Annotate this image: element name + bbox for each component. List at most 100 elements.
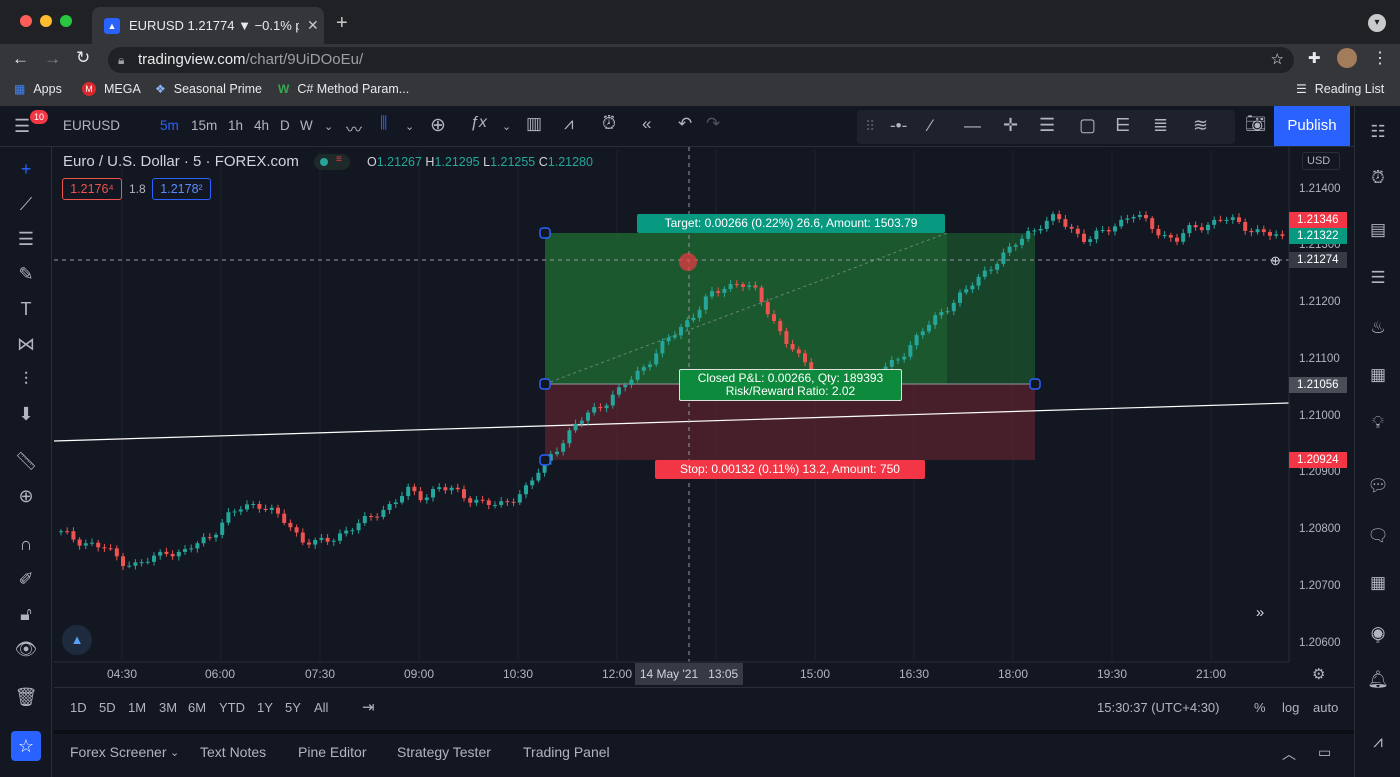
candle-body <box>1280 234 1285 236</box>
candle-body <box>338 533 342 541</box>
candle-body <box>1162 235 1167 237</box>
candle-body <box>666 337 671 342</box>
scroll-to-realtime-icon[interactable]: » <box>1249 604 1271 626</box>
log-scale-toggle[interactable]: log <box>1282 700 1299 715</box>
candle-body <box>164 551 169 554</box>
candle-body <box>759 287 764 303</box>
candle-body <box>139 562 144 564</box>
candle-body <box>369 515 373 517</box>
target-price-label: 1.21322 <box>1289 228 1347 244</box>
candle-body <box>207 537 212 539</box>
range-all[interactable]: All <box>314 700 328 715</box>
candle-body <box>325 537 330 542</box>
buy-button[interactable]: 1.2178² <box>152 178 211 200</box>
range-1m[interactable]: 1M <box>128 700 146 715</box>
candle-body <box>183 549 187 552</box>
candle-body <box>480 499 485 501</box>
time-tick: 16:30 <box>899 667 930 681</box>
candle-body <box>995 263 1000 270</box>
candle-body <box>499 501 504 505</box>
candle-body <box>964 289 969 293</box>
candle-body <box>195 543 200 549</box>
candle-body <box>679 327 683 336</box>
ohlc-values: O1.21267 H1.21295 L1.21255 C1.21280 <box>367 155 593 169</box>
tab-trading-panel[interactable]: Trading Panel <box>523 744 610 760</box>
candle-body <box>1224 219 1229 221</box>
candle-body <box>214 534 218 538</box>
range-ytd[interactable]: YTD <box>219 700 245 715</box>
candle-body <box>424 497 429 501</box>
range-1y[interactable]: 1Y <box>257 700 273 715</box>
candle-body <box>753 285 758 288</box>
candle-body <box>790 343 795 350</box>
candle-body <box>1274 234 1279 236</box>
candle-body <box>77 539 82 546</box>
range-3m[interactable]: 3M <box>159 700 177 715</box>
range-5y[interactable]: 5Y <box>285 700 301 715</box>
stop-price-label: 1.20924 <box>1289 452 1347 468</box>
candle-body <box>641 367 646 371</box>
candle-body <box>294 527 299 533</box>
candle-body <box>1044 220 1049 229</box>
candle-body <box>1063 219 1068 227</box>
candle-body <box>1212 219 1217 225</box>
candle-body <box>1075 228 1080 234</box>
range-6m[interactable]: 6M <box>188 700 206 715</box>
percent-scale-toggle[interactable]: % <box>1254 700 1266 715</box>
stop-handle[interactable] <box>539 454 551 466</box>
candle-body <box>1001 252 1006 264</box>
candle-body <box>362 515 367 524</box>
target-handle[interactable] <box>539 227 551 239</box>
range-5d[interactable]: 5D <box>99 700 116 715</box>
spread-value: 1.8 <box>129 182 146 196</box>
candle-body <box>1088 239 1093 242</box>
candle-body <box>71 531 76 540</box>
candle-body <box>319 537 324 541</box>
price-tick: 1.21400 <box>1299 183 1341 195</box>
goto-date-icon[interactable]: ⇥ <box>362 698 375 716</box>
candle-body <box>189 548 194 550</box>
candle-body <box>1193 225 1198 228</box>
candle-body <box>121 556 125 567</box>
candle-body <box>282 513 287 523</box>
candle-body <box>1175 237 1179 242</box>
auto-scale-toggle[interactable]: auto <box>1313 700 1338 715</box>
candle-body <box>970 285 975 290</box>
candle-body <box>288 522 293 528</box>
candle-body <box>772 314 776 321</box>
time-tick: 09:00 <box>404 667 435 681</box>
add-alert-plus-icon[interactable]: ⊕ <box>1270 253 1281 269</box>
tab-strategy-tester[interactable]: Strategy Tester <box>397 744 491 760</box>
sell-button[interactable]: 1.2176⁴ <box>62 178 122 200</box>
symbol-legend[interactable]: Euro / U.S. Dollar · 5 · FOREX.com <box>63 153 299 170</box>
candle-body <box>245 504 249 510</box>
candle-body <box>697 309 702 318</box>
price-tick: 1.21100 <box>1299 353 1340 365</box>
tab-forex-screener[interactable]: Forex Screener <box>70 744 166 760</box>
maximize-panel-icon[interactable]: ▭ <box>1318 744 1331 761</box>
clock-timezone[interactable]: 15:30:37 (UTC+4:30) <box>1097 700 1219 715</box>
candle-body <box>1113 226 1117 232</box>
tab-text-notes[interactable]: Text Notes <box>200 744 266 760</box>
candle-body <box>1051 214 1055 221</box>
chart-settings-gear-icon[interactable]: ⚙ <box>1312 665 1325 683</box>
candle-body <box>660 341 665 354</box>
tradingview-logo-icon[interactable]: ▲ <box>62 625 92 655</box>
candle-body <box>251 504 256 506</box>
collapse-panel-icon[interactable]: ︿ <box>1282 744 1296 764</box>
candle-body <box>1261 229 1266 233</box>
stop-label: Stop: 0.00132 (0.11%) 13.2, Amount: 750 <box>655 460 925 479</box>
candle-body <box>232 511 237 513</box>
range-1d[interactable]: 1D <box>70 700 87 715</box>
candle-body <box>784 331 789 344</box>
candle-body <box>263 508 268 510</box>
currency-selector[interactable]: USD <box>1302 152 1340 170</box>
width-handle[interactable] <box>1029 378 1041 390</box>
entry-handle[interactable] <box>539 378 551 390</box>
candle-body <box>158 551 163 556</box>
candle-body <box>1032 230 1037 232</box>
candle-body <box>145 561 150 563</box>
forex-screener-dropdown-icon[interactable]: ⌄ <box>170 746 179 759</box>
tab-pine-editor[interactable]: Pine Editor <box>298 744 366 760</box>
candle-body <box>102 547 107 549</box>
